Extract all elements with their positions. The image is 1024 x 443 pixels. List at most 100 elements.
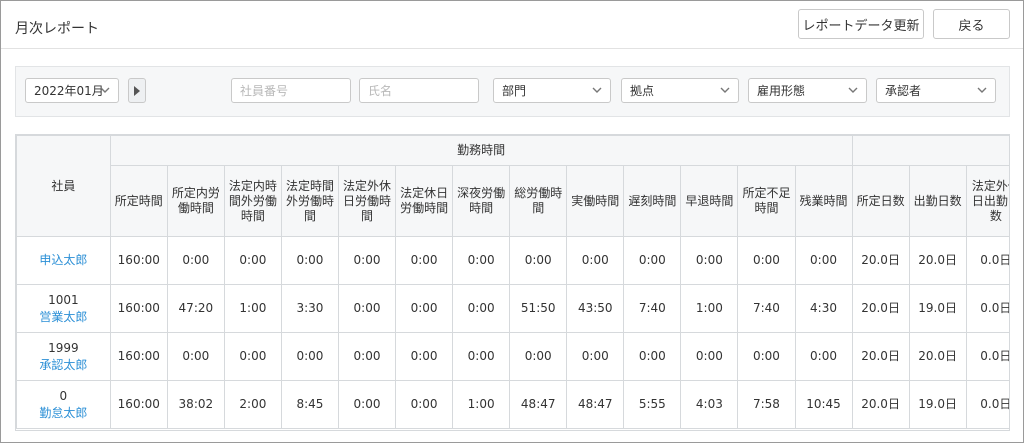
column-header: 残業時間: [794, 165, 853, 237]
value-cell: 160:00: [109, 380, 168, 429]
value-cell: 1:00: [680, 284, 739, 333]
employee-cell: 0 勤怠太郎: [16, 380, 111, 429]
value-cell: 48:47: [509, 380, 568, 429]
value-cell: 0.0日: [965, 236, 1009, 285]
value-cell: 47:20: [166, 284, 225, 333]
value-cell: 0:00: [395, 380, 454, 429]
value-cell: 19.0日: [908, 284, 967, 333]
play-right-icon: [134, 85, 140, 96]
value-cell: 0:00: [452, 332, 511, 381]
value-cell: 160:00: [109, 236, 168, 285]
value-cell: 8:45: [280, 380, 340, 429]
value-cell: 0:00: [680, 236, 739, 285]
page-title: 月次レポート: [15, 21, 99, 37]
value-cell: 1:00: [223, 284, 282, 333]
value-cell: 7:58: [737, 380, 796, 429]
value-cell: 0:00: [166, 332, 225, 381]
column-header: 総労働時間: [509, 165, 568, 237]
department-label: 部門: [502, 84, 527, 98]
column-header: 早退時間: [680, 165, 739, 237]
employment-type-select[interactable]: 雇用形態: [748, 78, 867, 103]
value-cell: 10:45: [794, 380, 853, 429]
value-cell: 7:40: [623, 284, 682, 333]
employee-name-link[interactable]: 営業太郎: [19, 309, 108, 326]
value-cell: 20.0日: [851, 380, 910, 429]
value-cell: 20.0日: [908, 236, 967, 285]
value-cell: 0:00: [337, 284, 397, 333]
value-cell: 3:30: [280, 284, 340, 333]
column-header: 所定日数: [851, 165, 910, 237]
value-cell: 0:00: [794, 236, 853, 285]
value-cell: 0:00: [395, 332, 454, 381]
value-cell: 51:50: [509, 284, 568, 333]
value-cell: 0:00: [509, 236, 568, 285]
value-cell: 160:00: [109, 332, 168, 381]
value-cell: 0:00: [223, 236, 282, 285]
name-placeholder: 氏名: [368, 84, 393, 98]
approver-select[interactable]: 承認者: [876, 78, 996, 103]
employee-number-placeholder: 社員番号: [240, 84, 289, 98]
employee-name-link[interactable]: 申込太郎: [19, 252, 108, 269]
refresh-report-button[interactable]: レポートデータ更新: [798, 9, 924, 39]
page-header: 月次レポート レポートデータ更新 戻る: [1, 1, 1023, 49]
chevron-down-icon: [100, 87, 110, 93]
department-select[interactable]: 部門: [493, 78, 611, 103]
employee-id: 0: [59, 388, 68, 403]
employee-cell: 1999 承認太郎: [16, 332, 111, 381]
value-cell: 43:50: [566, 284, 625, 333]
employee-column-header: 社員: [16, 135, 111, 237]
value-cell: 0:00: [737, 332, 796, 381]
table-row: 申込太郎 160:00 0:00 0:00 0:00 0:00 0:00 0:00 0:00 0:…: [16, 236, 1009, 285]
column-header: 出勤日数: [908, 165, 967, 237]
value-cell: 160:00: [109, 284, 168, 333]
chevron-down-icon: [592, 87, 602, 93]
value-cell: 0:00: [223, 332, 282, 381]
value-cell: 0:00: [337, 380, 397, 429]
location-select[interactable]: 拠点: [621, 78, 739, 103]
month-select[interactable]: 2022年01月: [25, 78, 119, 103]
employee-number-input[interactable]: 社員番号: [231, 78, 351, 103]
report-table-container[interactable]: 社員 勤務時間 所定時間 所定内労働時間 法定内時間外労働時間 法定時間外労働時間 法定…: [15, 134, 1010, 431]
name-input[interactable]: 氏名: [359, 78, 479, 103]
value-cell: 0:00: [566, 332, 625, 381]
value-cell: 5:55: [623, 380, 682, 429]
employee-id: 1001: [48, 292, 79, 307]
report-window: 月次レポート レポートデータ更新 戻る 2022年01月 社員番号 氏名 部門 …: [0, 0, 1024, 443]
month-value: 2022年01月: [34, 84, 104, 98]
employee-id: 1999: [48, 340, 79, 355]
value-cell: 0:00: [452, 236, 511, 285]
employee-name-link[interactable]: 承認太郎: [19, 357, 108, 374]
column-header: 法定内時間外労働時間: [223, 165, 282, 237]
table-row: 1999 承認太郎 160:00 0:00 0:00 0:00 0:00 0:00 0:00 0:…: [16, 332, 1009, 381]
employee-cell: 申込太郎: [16, 236, 111, 285]
value-cell: 0.0日: [965, 284, 1009, 333]
chevron-down-icon: [720, 87, 730, 93]
value-cell: 0:00: [680, 332, 739, 381]
chevron-down-icon: [848, 87, 858, 93]
filter-bar: 2022年01月 社員番号 氏名 部門 拠点 雇用形態 承認者: [15, 66, 1010, 117]
value-cell: 0:00: [623, 236, 682, 285]
value-cell: 0:00: [566, 236, 625, 285]
work-hours-group-header: 勤務時間: [109, 135, 853, 166]
employee-name-link[interactable]: 勤怠太郎: [19, 405, 108, 422]
value-cell: 0:00: [166, 236, 225, 285]
value-cell: 20.0日: [851, 236, 910, 285]
value-cell: 4:30: [794, 284, 853, 333]
value-cell: 48:47: [566, 380, 625, 429]
table-row: 0 勤怠太郎 160:00 38:02 2:00 8:45 0:00 0:00 1:00 48:4…: [16, 380, 1009, 429]
next-month-button[interactable]: [128, 78, 146, 103]
back-button[interactable]: 戻る: [933, 9, 1010, 39]
value-cell: 0:00: [794, 332, 853, 381]
column-header: 所定内労働時間: [166, 165, 225, 237]
value-cell: 0:00: [280, 332, 340, 381]
value-cell: 0:00: [509, 332, 568, 381]
value-cell: 7:40: [737, 284, 796, 333]
value-cell: 0.0日: [965, 380, 1009, 429]
report-table: 社員 勤務時間 所定時間 所定内労働時間 法定内時間外労働時間 法定時間外労働時間 法定…: [16, 135, 1009, 429]
approver-label: 承認者: [885, 84, 922, 98]
column-header: 所定不足時間: [737, 165, 796, 237]
value-cell: 0:00: [395, 236, 454, 285]
column-header: 法定休日労働時間: [395, 165, 454, 237]
value-cell: 38:02: [166, 380, 225, 429]
value-cell: 19.0日: [908, 380, 967, 429]
